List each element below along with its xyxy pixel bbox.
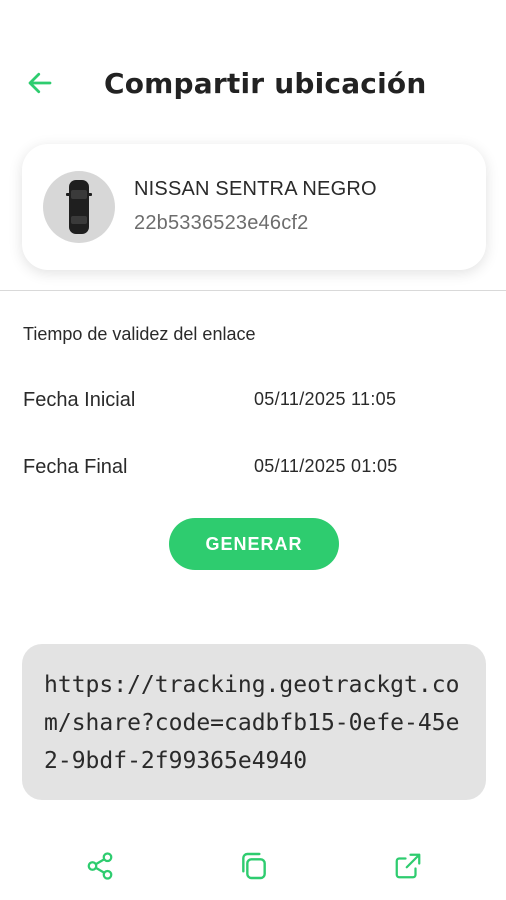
end-date-label: Fecha Final: [23, 456, 128, 478]
share-button[interactable]: [82, 848, 118, 884]
vehicle-name: NISSAN SENTRA NEGRO: [134, 178, 377, 200]
top-bar: Compartir ubicación: [0, 55, 506, 111]
page-title: Compartir ubicación: [104, 67, 427, 100]
open-link-button[interactable]: [390, 848, 426, 884]
validity-section-label: Tiempo de validez del enlace: [23, 324, 256, 344]
share-link-url[interactable]: https://tracking.geotrackgt.com/share?co…: [44, 666, 466, 780]
copy-icon: [242, 852, 266, 880]
back-button[interactable]: [22, 65, 58, 101]
end-date-value[interactable]: 05/11/2025 01:05: [254, 456, 398, 477]
vehicle-avatar: [43, 171, 115, 243]
start-date-label: Fecha Inicial: [23, 389, 136, 411]
car-top-view-icon: [66, 180, 92, 234]
start-date-value[interactable]: 05/11/2025 11:05: [254, 389, 396, 410]
vehicle-code: 22b5336523e46cf2: [134, 212, 309, 234]
action-bar: [0, 842, 506, 890]
arrow-left-icon: [28, 72, 52, 94]
share-icon: [87, 852, 113, 880]
share-link-box: https://tracking.geotrackgt.com/share?co…: [22, 644, 486, 800]
divider: [0, 290, 506, 291]
open-external-icon: [395, 853, 421, 879]
copy-button[interactable]: [236, 848, 272, 884]
vehicle-card: NISSAN SENTRA NEGRO 22b5336523e46cf2: [22, 144, 486, 270]
generate-button[interactable]: GENERAR: [169, 518, 339, 570]
